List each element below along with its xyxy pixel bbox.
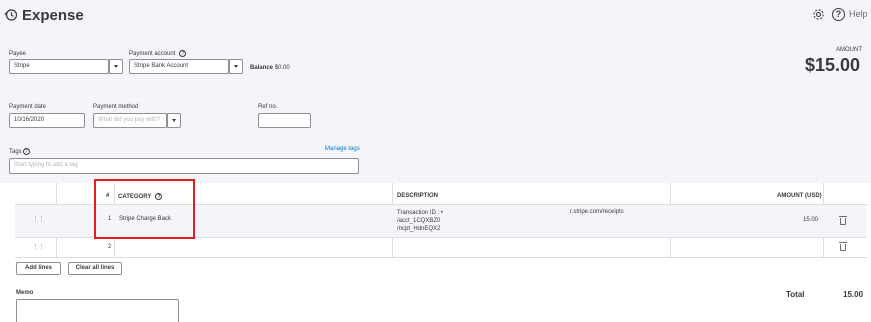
- trash-icon[interactable]: [839, 242, 847, 251]
- ref-no-label: Ref no.: [258, 104, 278, 110]
- table-row[interactable]: ⋮⋮ 2: [15, 238, 867, 257]
- payee-select[interactable]: Stripe: [9, 59, 109, 74]
- amount-cell[interactable]: 15.00: [803, 217, 818, 223]
- payment-account-dropdown-button[interactable]: [229, 59, 243, 74]
- amount-value: $15.00: [805, 55, 861, 75]
- balance-display: Balance $0.00: [250, 65, 290, 71]
- help-icon[interactable]: ?: [832, 8, 845, 21]
- description-receipt-url: r.stripe.com/receipts: [570, 209, 624, 215]
- drag-handle-icon[interactable]: ⋮⋮: [32, 215, 45, 223]
- tags-label: Tags?: [9, 148, 30, 155]
- page-title: Expense: [22, 7, 84, 24]
- amount-label: AMOUNT: [836, 47, 862, 53]
- payment-account-select[interactable]: Stripe Bank Account: [129, 59, 229, 74]
- highlight-annotation-box: [94, 179, 195, 239]
- expense-form-header: [0, 0, 871, 183]
- tags-input[interactable]: Start typing to add a tag: [9, 158, 359, 174]
- clear-all-lines-button[interactable]: Clear all lines: [68, 262, 122, 275]
- payment-method-label: Payment method: [93, 104, 139, 110]
- info-icon[interactable]: ?: [22, 148, 30, 155]
- payment-method-select[interactable]: What did you pay with?: [93, 113, 167, 128]
- payment-date-input[interactable]: 10/16/2020: [9, 113, 85, 128]
- ref-no-input[interactable]: [258, 113, 311, 128]
- help-link[interactable]: Help: [849, 9, 868, 19]
- payment-account-label: Payment account?: [129, 50, 187, 57]
- trash-icon[interactable]: [839, 216, 847, 225]
- gear-icon[interactable]: [812, 8, 825, 21]
- payment-method-dropdown-button[interactable]: [167, 113, 181, 128]
- total-value: 15.00: [843, 290, 864, 299]
- row-number: 2: [108, 244, 112, 250]
- info-icon[interactable]: ?: [179, 50, 187, 57]
- total-label: Total: [786, 290, 805, 299]
- payee-label: Payee: [9, 51, 27, 57]
- memo-label: Memo: [16, 290, 34, 296]
- drag-handle-icon[interactable]: ⋮⋮: [32, 243, 45, 251]
- add-lines-button[interactable]: Add lines: [16, 262, 61, 275]
- column-header-description: DESCRIPTION: [397, 193, 439, 199]
- history-icon[interactable]: [4, 8, 18, 22]
- description-cell[interactable]: Transaction ID : • /acct_1CQXBZ0 /ncpt_H…: [397, 209, 443, 233]
- memo-textarea[interactable]: [16, 299, 179, 322]
- manage-tags-link[interactable]: Manage tags: [325, 146, 360, 152]
- column-header-amount: AMOUNT (USD): [777, 193, 822, 199]
- payee-dropdown-button[interactable]: [109, 59, 123, 74]
- payment-date-label: Payment date: [9, 104, 47, 110]
